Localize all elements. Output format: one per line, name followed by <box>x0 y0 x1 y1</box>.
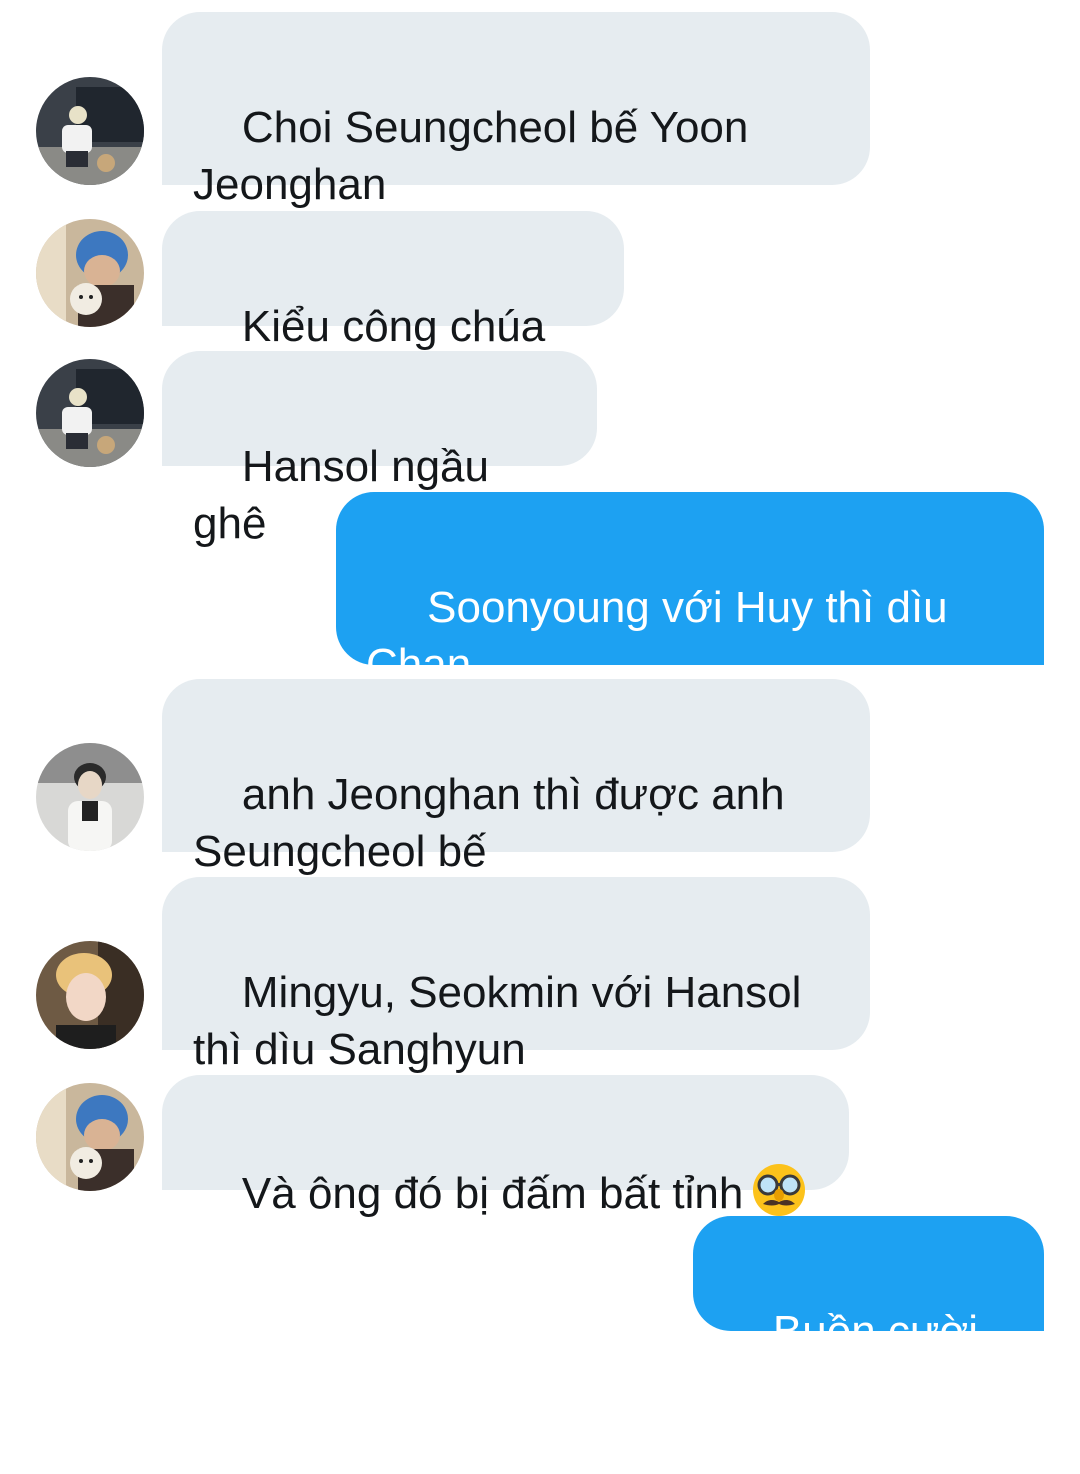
message-bubble-outgoing[interactable]: Buồn cười vkl <box>693 1216 1044 1413</box>
avatar[interactable] <box>36 219 144 327</box>
message-text: Choi Seungcheol bế Yoon Jeonghan <box>193 103 761 209</box>
avatar-crouching-man-car-image <box>36 77 144 185</box>
message-bubble-outgoing[interactable]: Soonyoung với Huy thì dìu Chan <box>336 492 1044 689</box>
message-text: Mingyu, Seokmin với Hansol thì dìu Sangh… <box>193 968 814 1074</box>
avatar[interactable] <box>36 77 144 185</box>
avatar-blonde-selfie-image <box>36 941 144 1049</box>
avatar[interactable] <box>36 359 144 467</box>
message-text: Và ông đó bị đấm bất tỉnh <box>241 1169 744 1218</box>
avatar[interactable] <box>36 1083 144 1191</box>
message-bubble-incoming[interactable]: anh Jeonghan thì được anh Seungcheol bế <box>162 679 870 876</box>
avatar[interactable] <box>36 743 144 851</box>
avatar[interactable] <box>36 941 144 1049</box>
avatar-crouching-man-car-image <box>36 359 144 467</box>
message-bubble-incoming[interactable]: Choi Seungcheol bế Yoon Jeonghan <box>162 12 870 209</box>
message-bubble-incoming[interactable]: Mingyu, Seokmin với Hansol thì dìu Sangh… <box>162 877 870 1074</box>
conversation-thread: Choi Seungcheol bế Yoon Jeonghan Kiểu cô… <box>0 0 1080 1413</box>
message-bubble-incoming[interactable]: Và ông đó bị đấm bất tỉnh <box>162 1075 849 1218</box>
message-bubble-incoming[interactable]: Kiểu công chúa <box>162 211 624 407</box>
message-bubble-incoming[interactable]: Hansol ngầu ghê <box>162 351 597 548</box>
avatar-blue-hair-dog-image <box>36 219 144 327</box>
disguised-face-icon <box>751 1162 807 1218</box>
message-text: Buồn cười vkl <box>724 1307 991 1413</box>
message-text: Soonyoung với Huy thì dìu Chan <box>366 583 960 689</box>
avatar-white-outfit-image <box>36 743 144 851</box>
message-text: anh Jeonghan thì được anh Seungcheol bế <box>193 770 797 876</box>
avatar-blue-hair-dog-image <box>36 1083 144 1191</box>
message-text: Kiểu công chúa <box>241 302 546 351</box>
